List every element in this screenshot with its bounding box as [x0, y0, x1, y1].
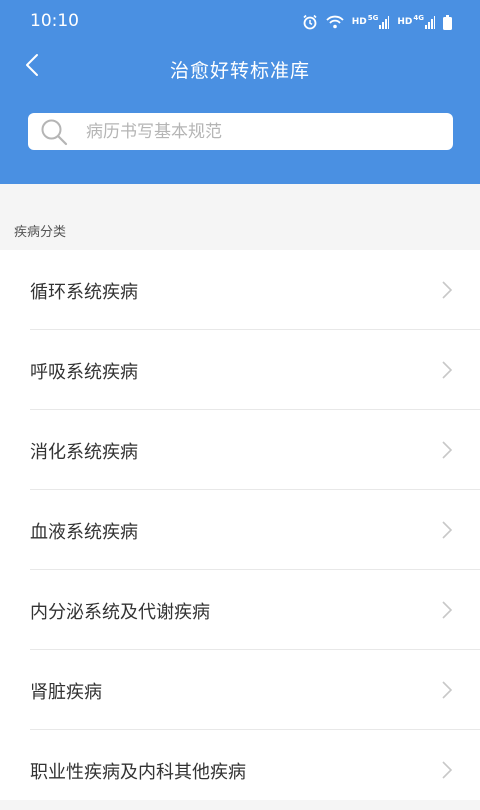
chevron-right-icon — [440, 680, 454, 700]
list-item-circulatory[interactable]: 循环系统疾病 — [0, 250, 480, 330]
list-item-kidney[interactable]: 肾脏疾病 — [0, 650, 480, 730]
status-bar: 10:10 HD 5G HD 4G — [0, 0, 480, 44]
alarm-icon — [302, 14, 318, 30]
nav-bar: 治愈好转标准库 — [0, 44, 480, 94]
wifi-icon — [326, 15, 344, 29]
section-label: 疾病分类 — [14, 225, 67, 240]
status-time: 10:10 — [30, 11, 79, 31]
search-input[interactable] — [84, 120, 418, 143]
page-title: 治愈好转标准库 — [169, 60, 310, 82]
chevron-right-icon — [440, 440, 454, 460]
network-type-2: HD — [397, 17, 413, 27]
search-bar[interactable] — [28, 113, 453, 150]
header: 10:10 HD 5G HD 4G 治愈好转标准库 病历书写基本规范 — [0, 0, 480, 184]
signal-icon — [425, 15, 435, 29]
battery-icon — [443, 14, 452, 30]
network-type-1: HD — [351, 17, 367, 27]
list-item-blood[interactable]: 血液系统疾病 — [0, 490, 480, 570]
category-list: 循环系统疾病 呼吸系统疾病 消化系统疾病 血液系统疾病 内分泌系统及代谢疾病 肾… — [0, 250, 480, 800]
search-icon — [36, 114, 72, 150]
network-gen-1: 5G — [367, 14, 379, 22]
list-item-endocrine[interactable]: 内分泌系统及代谢疾病 — [0, 570, 480, 650]
list-item-respiratory[interactable]: 呼吸系统疾病 — [0, 330, 480, 410]
list-item-digestive[interactable]: 消化系统疾病 — [0, 410, 480, 490]
signal-group-2: HD 4G — [397, 14, 435, 29]
list-item-label: 消化系统疾病 — [30, 442, 138, 463]
list-item-occupational[interactable]: 职业性疾病及内科其他疾病 — [0, 730, 480, 810]
chevron-right-icon — [440, 280, 454, 300]
list-item-label: 循环系统疾病 — [30, 282, 138, 303]
chevron-right-icon — [440, 360, 454, 380]
chevron-right-icon — [440, 760, 454, 780]
list-item-label: 呼吸系统疾病 — [30, 362, 138, 383]
list-item-label: 肾脏疾病 — [30, 682, 102, 703]
signal-icon — [379, 15, 390, 29]
chevron-right-icon — [440, 520, 454, 540]
status-icons: HD 5G HD 4G — [302, 12, 452, 32]
list-item-label: 血液系统疾病 — [30, 522, 138, 543]
list-item-label: 职业性疾病及内科其他疾病 — [30, 762, 246, 783]
list-item-label: 内分泌系统及代谢疾病 — [30, 602, 210, 623]
chevron-right-icon — [440, 600, 454, 620]
signal-group-1: HD 5G — [351, 14, 390, 29]
network-gen-2: 4G — [413, 14, 424, 22]
